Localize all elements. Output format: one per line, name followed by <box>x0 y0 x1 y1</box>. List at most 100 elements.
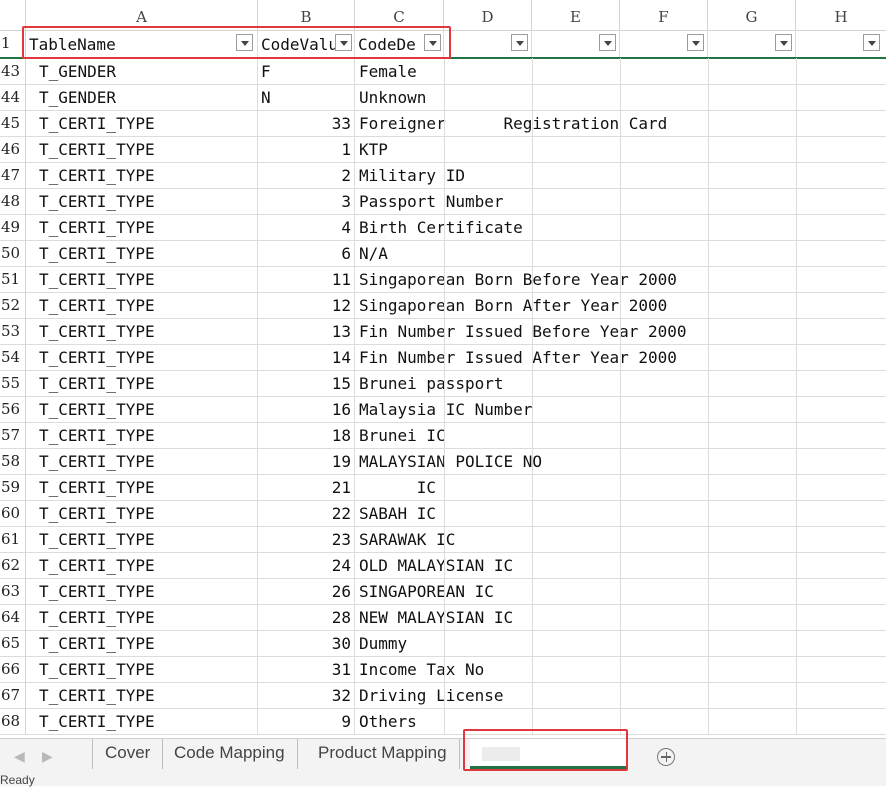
cell-codevalue[interactable]: 12 <box>258 292 355 318</box>
cell-codedesc[interactable]: Fin Number Issued After Year 2000 <box>355 344 677 370</box>
cell-codevalue[interactable]: 21 <box>258 474 355 500</box>
column-header-d[interactable]: D <box>444 0 532 30</box>
filter-dropdown-icon[interactable] <box>511 34 528 51</box>
row-number[interactable]: 64 <box>0 604 26 630</box>
row-number[interactable]: 67 <box>0 682 26 708</box>
cell-tablename[interactable]: T_CERTI_TYPE <box>26 240 258 266</box>
cell-tablename[interactable]: T_CERTI_TYPE <box>26 526 258 552</box>
column-header-f[interactable]: F <box>620 0 708 30</box>
cell-codevalue[interactable]: 1 <box>258 136 355 162</box>
cell-codedesc[interactable]: Malaysia IC Number <box>355 396 532 422</box>
row-number[interactable]: 57 <box>0 422 26 448</box>
cell-codevalue[interactable]: 11 <box>258 266 355 292</box>
sheet-tab-code-mapping[interactable]: Code Mapping <box>162 739 298 769</box>
cell-codedesc[interactable]: Singaporean Born After Year 2000 <box>355 292 667 318</box>
cell-tablename[interactable]: T_CERTI_TYPE <box>26 110 258 136</box>
filter-dropdown-icon[interactable] <box>599 34 616 51</box>
cell-tablename[interactable]: T_CERTI_TYPE <box>26 162 258 188</box>
cell-codevalue[interactable]: 31 <box>258 656 355 682</box>
cell-tablename[interactable]: T_GENDER <box>26 58 258 84</box>
row-number[interactable]: 59 <box>0 474 26 500</box>
row-number[interactable]: 68 <box>0 708 26 734</box>
cell-codevalue[interactable]: 19 <box>258 448 355 474</box>
cell-codedesc[interactable]: Birth Certificate <box>355 214 523 240</box>
cell-codedesc[interactable]: Passport Number <box>355 188 504 214</box>
row-number[interactable]: 56 <box>0 396 26 422</box>
row-number[interactable]: 54 <box>0 344 26 370</box>
cell-tablename[interactable]: T_CERTI_TYPE <box>26 214 258 240</box>
cell-tablename[interactable]: T_CERTI_TYPE <box>26 630 258 656</box>
cell-tablename[interactable]: T_CERTI_TYPE <box>26 474 258 500</box>
cell-tablename[interactable]: T_CERTI_TYPE <box>26 578 258 604</box>
cell-tablename[interactable]: T_CERTI_TYPE <box>26 136 258 162</box>
filter-dropdown-icon[interactable] <box>775 34 792 51</box>
cell-codedesc[interactable]: IC <box>355 474 443 500</box>
cell-tablename[interactable]: T_CERTI_TYPE <box>26 422 258 448</box>
cell-codedesc[interactable]: SARAWAK IC <box>355 526 455 552</box>
cell-codevalue[interactable]: 6 <box>258 240 355 266</box>
cell-tablename[interactable]: T_CERTI_TYPE <box>26 500 258 526</box>
cell-codevalue[interactable]: 23 <box>258 526 355 552</box>
cell-codevalue[interactable]: N <box>258 84 355 110</box>
cell-codedesc[interactable]: Singaporean Born Before Year 2000 <box>355 266 677 292</box>
column-header-g[interactable]: G <box>708 0 796 30</box>
row-number[interactable]: 44 <box>0 84 26 110</box>
cell-codedesc[interactable]: SABAH IC <box>355 500 443 526</box>
row-number[interactable]: 55 <box>0 370 26 396</box>
cell-tablename[interactable]: T_CERTI_TYPE <box>26 188 258 214</box>
cell-tablename[interactable]: T_CERTI_TYPE <box>26 708 258 734</box>
filter-dropdown-icon[interactable] <box>687 34 704 51</box>
cell-codedesc[interactable]: MALAYSIAN POLICE NO <box>355 448 542 474</box>
cell-codedesc[interactable]: N/A <box>355 240 443 266</box>
cell-tablename[interactable]: T_CERTI_TYPE <box>26 682 258 708</box>
row-number[interactable]: 63 <box>0 578 26 604</box>
cell-codedesc[interactable]: Fin Number Issued Before Year 2000 <box>355 318 687 344</box>
row-number[interactable]: 53 <box>0 318 26 344</box>
cell-codevalue[interactable]: F <box>258 58 355 84</box>
row-number[interactable]: 61 <box>0 526 26 552</box>
scroll-left-icon[interactable]: ◀ <box>14 748 25 765</box>
cell-tablename[interactable]: T_GENDER <box>26 84 258 110</box>
row-number[interactable]: 51 <box>0 266 26 292</box>
cell-tablename[interactable]: T_CERTI_TYPE <box>26 266 258 292</box>
cell-codedesc[interactable]: Brunei IC <box>355 422 446 448</box>
cell-codevalue[interactable]: 18 <box>258 422 355 448</box>
cell-codedesc[interactable]: Others <box>355 708 443 734</box>
cell-tablename[interactable]: T_CERTI_TYPE <box>26 318 258 344</box>
cell-codedesc[interactable]: Foreigner Registration Card <box>355 110 667 136</box>
row-number[interactable]: 58 <box>0 448 26 474</box>
filter-dropdown-icon[interactable] <box>863 34 880 51</box>
column-header-h[interactable]: H <box>796 0 886 30</box>
cell-codedesc[interactable]: Income Tax No <box>355 656 484 682</box>
cell-tablename[interactable]: T_CERTI_TYPE <box>26 448 258 474</box>
add-sheet-icon[interactable] <box>657 748 675 766</box>
sheet-tab-product-mapping[interactable]: Product Mapping <box>306 739 460 769</box>
cell-codevalue[interactable]: 3 <box>258 188 355 214</box>
cell-codevalue[interactable]: 9 <box>258 708 355 734</box>
cell-tablename[interactable]: T_CERTI_TYPE <box>26 396 258 422</box>
cell-codedesc[interactable]: Brunei passport <box>355 370 504 396</box>
cell-codevalue[interactable]: 15 <box>258 370 355 396</box>
row-number[interactable]: 46 <box>0 136 26 162</box>
cell-codevalue[interactable]: 32 <box>258 682 355 708</box>
cell-codevalue[interactable]: 14 <box>258 344 355 370</box>
cell-codevalue[interactable]: 24 <box>258 552 355 578</box>
cell-codevalue[interactable]: 28 <box>258 604 355 630</box>
cell-codedesc[interactable]: Female <box>355 58 443 84</box>
cell-codedesc[interactable]: SINGAPOREAN IC <box>355 578 494 604</box>
cell-tablename[interactable]: T_CERTI_TYPE <box>26 292 258 318</box>
row-number[interactable]: 60 <box>0 500 26 526</box>
cell-codevalue[interactable]: 4 <box>258 214 355 240</box>
cell-codevalue[interactable]: 16 <box>258 396 355 422</box>
row-number[interactable]: 52 <box>0 292 26 318</box>
cell-codevalue[interactable]: 2 <box>258 162 355 188</box>
cell-codevalue[interactable]: 13 <box>258 318 355 344</box>
cell-codevalue[interactable]: 30 <box>258 630 355 656</box>
cell-codedesc[interactable]: Military ID <box>355 162 465 188</box>
row-number[interactable]: 65 <box>0 630 26 656</box>
cell-codedesc[interactable]: Dummy <box>355 630 443 656</box>
cell-codedesc[interactable]: NEW MALAYSIAN IC <box>355 604 513 630</box>
cell-tablename[interactable]: T_CERTI_TYPE <box>26 604 258 630</box>
cell-tablename[interactable]: T_CERTI_TYPE <box>26 370 258 396</box>
cell-codevalue[interactable]: 33 <box>258 110 355 136</box>
